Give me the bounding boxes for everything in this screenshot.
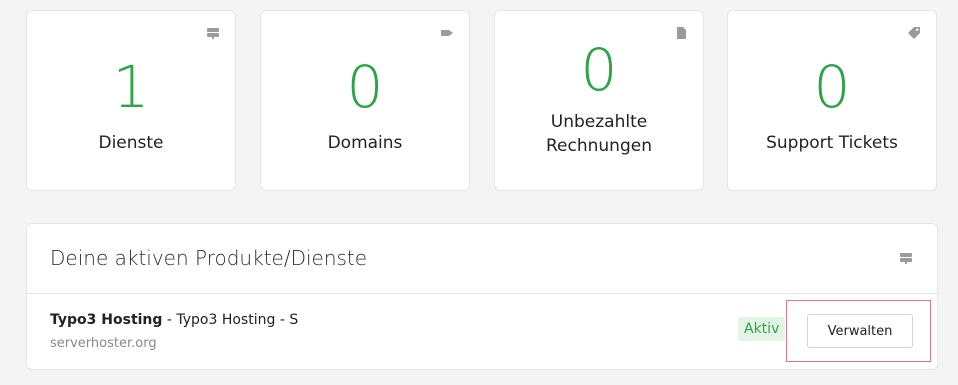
product-name: Typo3 Hosting: [50, 312, 163, 328]
stat-card-services[interactable]: 1 Dienste: [26, 10, 236, 191]
stat-card-support-tickets[interactable]: 0 Support Tickets: [727, 10, 937, 191]
unpaid-invoices-label: Unbezahlte Rechnungen: [546, 110, 652, 158]
support-tickets-count: 0: [813, 52, 851, 121]
product-detail: - Typo3 Hosting - S: [162, 312, 299, 328]
active-products-panel: Deine aktiven Produkte/Dienste Typo3 Hos…: [26, 223, 938, 370]
unpaid-invoices-label-line1: Unbezahlte: [550, 111, 648, 132]
ticket-icon: [907, 26, 921, 40]
product-title: Typo3 Hosting - Typo3 Hosting - S: [50, 312, 298, 328]
domains-count: 0: [346, 52, 384, 121]
services-count: 1: [112, 52, 150, 121]
product-domain: serverhoster.org: [50, 336, 157, 351]
product-row: Typo3 Hosting - Typo3 Hosting - S server…: [27, 294, 937, 370]
panel-header: Deine aktiven Produkte/Dienste: [27, 224, 937, 294]
stat-card-unpaid-invoices[interactable]: 0 Unbezahlte Rechnungen: [494, 10, 704, 191]
services-label: Dienste: [98, 132, 164, 153]
unpaid-invoices-label-line2: Rechnungen: [546, 135, 652, 156]
status-badge: Aktiv: [738, 317, 786, 341]
domains-label: Domains: [327, 132, 403, 153]
document-icon: [674, 26, 688, 40]
server-icon: [899, 251, 913, 265]
manage-button[interactable]: Verwalten: [807, 314, 913, 348]
stat-card-domains[interactable]: 0 Domains: [260, 10, 470, 191]
unpaid-invoices-count: 0: [580, 35, 618, 104]
server-icon: [206, 26, 220, 40]
panel-title: Deine aktiven Produkte/Dienste: [50, 246, 368, 270]
tag-icon: [440, 26, 454, 40]
support-tickets-label: Support Tickets: [766, 132, 898, 153]
